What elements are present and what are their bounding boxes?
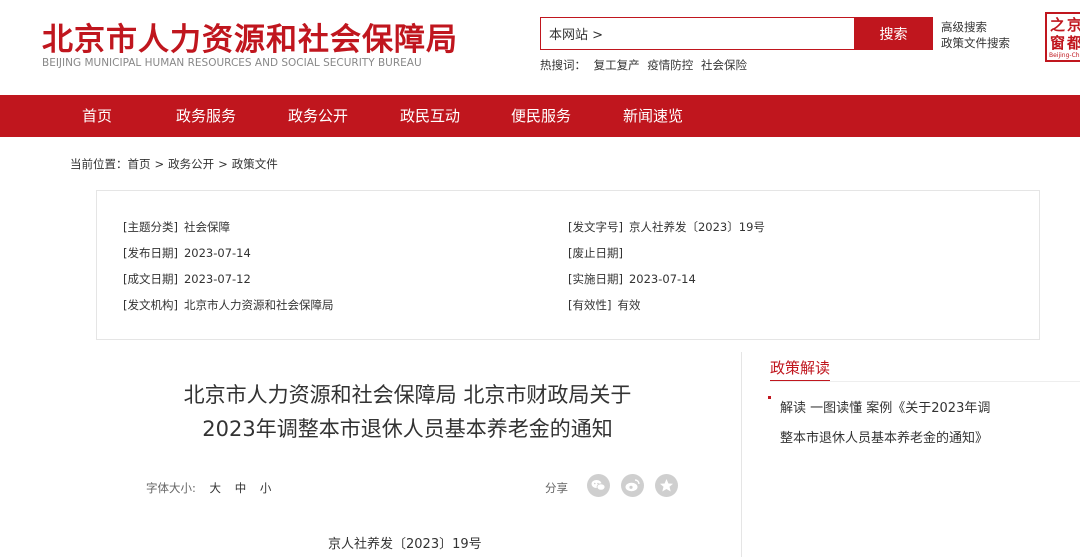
meta-effective-key: [实施日期] <box>568 272 623 286</box>
meta-written-key: [成文日期] <box>123 272 178 286</box>
search-input[interactable] <box>541 18 854 49</box>
breadcrumb-prefix: 当前位置： <box>70 157 128 171</box>
search-links: 高级搜索 政策文件搜索 <box>941 19 1010 51</box>
meta-abolish-key: [废止日期] <box>568 246 623 260</box>
seal-english: Beijing-Ch <box>1049 52 1080 59</box>
nav-item-convenience[interactable]: 便民服务 <box>511 95 571 137</box>
interpretation-link-line-1: 解读 一图读懂 案例《关于2023年调 <box>780 401 991 416</box>
hot-word-2[interactable]: 疫情防控 <box>647 58 693 72</box>
seal-row-2: 窗都 <box>1050 34 1080 52</box>
site-subtitle: BEIJING MUNICIPAL HUMAN RESOURCES AND SO… <box>42 57 422 69</box>
meta-validity: [有效性] 有效 <box>568 297 640 313</box>
site-header: 北京市人力资源和社会保障局 BEIJING MUNICIPAL HUMAN RE… <box>0 0 1080 95</box>
font-size-control: 字体大小: 大 中 小 <box>146 480 271 496</box>
font-size-small[interactable]: 小 <box>260 481 272 495</box>
font-size-medium[interactable]: 中 <box>235 481 247 495</box>
breadcrumb-home[interactable]: 首页 <box>128 157 151 171</box>
meta-topic-key: [主题分类] <box>123 220 178 234</box>
wechat-share-icon[interactable] <box>587 474 610 497</box>
hot-word-1[interactable]: 复工复产 <box>594 58 640 72</box>
policy-search-link[interactable]: 政策文件搜索 <box>941 35 1010 51</box>
meta-written-value: 2023-07-12 <box>183 272 251 286</box>
seal-row-1: 之京 <box>1050 16 1080 34</box>
bullet-icon <box>768 396 771 399</box>
document-metadata: [主题分类] 社会保障 [发文字号] 京人社养发〔2023〕19号 [发布日期] 20… <box>96 190 1040 340</box>
font-size-label: 字体大小: <box>146 481 196 495</box>
hot-search-words: 热搜词： 复工复产 疫情防控 社会保险 <box>540 57 751 73</box>
breadcrumb: 当前位置：首页 > 政务公开 > 政策文件 <box>70 156 278 172</box>
capital-window-logo[interactable]: 之京 窗都 Beijing-Ch <box>1045 12 1080 62</box>
meta-publish-value: 2023-07-14 <box>183 246 251 260</box>
advanced-search-link[interactable]: 高级搜索 <box>941 19 1010 35</box>
document-title: 北京市人力资源和社会保障局 北京市财政局关于 2023年调整本市退休人员基本养老… <box>100 378 715 446</box>
search-button[interactable]: 搜索 <box>854 17 933 50</box>
nav-item-home[interactable]: 首页 <box>82 95 112 137</box>
share-label: 分享 <box>545 481 568 495</box>
policy-interpretation-title: 政策解读 <box>770 357 831 382</box>
meta-issuer-key: [发文机构] <box>123 298 178 312</box>
meta-topic-value: 社会保障 <box>183 220 230 234</box>
meta-effective-date: [实施日期] 2023-07-14 <box>568 271 696 287</box>
policy-interpretation-link[interactable]: 解读 一图读懂 案例《关于2023年调 整本市退休人员基本养老金的通知》 <box>780 394 1020 454</box>
document-number: 京人社养发〔2023〕19号 <box>328 537 482 552</box>
site-title[interactable]: 北京市人力资源和社会保障局 <box>42 14 458 59</box>
meta-publish-date: [发布日期] 2023-07-14 <box>123 245 251 261</box>
meta-validity-key: [有效性] <box>568 298 612 312</box>
meta-written-date: [成文日期] 2023-07-12 <box>123 271 251 287</box>
meta-issuer-value: 北京市人力资源和社会保障局 <box>183 298 334 312</box>
hot-search-label: 热搜词： <box>540 58 586 72</box>
weibo-share-icon[interactable] <box>621 474 644 497</box>
meta-issuer: [发文机构] 北京市人力资源和社会保障局 <box>123 297 333 313</box>
meta-doc-number-key: [发文字号] <box>568 220 623 234</box>
document-title-line-1: 北京市人力资源和社会保障局 北京市财政局关于 <box>183 383 632 407</box>
sidebar-title-rule <box>770 381 1080 382</box>
interpretation-link-line-2: 整本市退休人员基本养老金的通知》 <box>780 431 989 446</box>
breadcrumb-open-affairs[interactable]: 政务公开 <box>168 157 214 171</box>
search-box: 搜索 <box>540 17 933 50</box>
meta-doc-number: [发文字号] 京人社养发〔2023〕19号 <box>568 219 765 235</box>
breadcrumb-separator: > <box>218 157 228 171</box>
nav-item-news[interactable]: 新闻速览 <box>623 95 683 137</box>
qzone-share-icon[interactable] <box>655 474 678 497</box>
meta-validity-value: 有效 <box>617 298 641 312</box>
hot-word-3[interactable]: 社会保险 <box>701 58 747 72</box>
nav-item-interaction[interactable]: 政民互动 <box>400 95 460 137</box>
nav-item-services[interactable]: 政务服务 <box>176 95 236 137</box>
meta-abolish-date: [废止日期] <box>568 245 629 261</box>
breadcrumb-policy-docs[interactable]: 政策文件 <box>232 157 278 171</box>
main-nav: 首页 政务服务 政务公开 政民互动 便民服务 新闻速览 <box>0 95 1080 137</box>
nav-item-open-affairs[interactable]: 政务公开 <box>288 95 348 137</box>
column-divider <box>741 352 742 557</box>
meta-doc-number-value: 京人社养发〔2023〕19号 <box>628 220 765 234</box>
breadcrumb-separator: > <box>154 157 165 171</box>
meta-topic: [主题分类] 社会保障 <box>123 219 230 235</box>
meta-publish-key: [发布日期] <box>123 246 178 260</box>
meta-effective-value: 2023-07-14 <box>628 272 696 286</box>
font-size-large[interactable]: 大 <box>210 481 222 495</box>
document-title-line-2: 2023年调整本市退休人员基本养老金的通知 <box>202 417 613 441</box>
